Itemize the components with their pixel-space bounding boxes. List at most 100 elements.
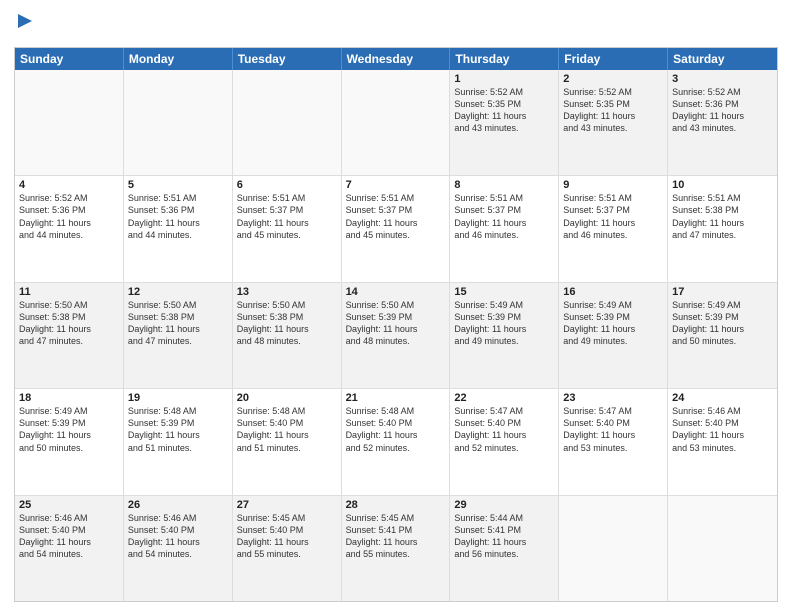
day-cell-14: 14Sunrise: 5:50 AM Sunset: 5:39 PM Dayli…: [342, 283, 451, 388]
day-number: 17: [672, 286, 773, 298]
day-info: Sunrise: 5:49 AM Sunset: 5:39 PM Dayligh…: [672, 299, 773, 348]
day-cell-10: 10Sunrise: 5:51 AM Sunset: 5:38 PM Dayli…: [668, 176, 777, 281]
day-cell-29: 29Sunrise: 5:44 AM Sunset: 5:41 PM Dayli…: [450, 496, 559, 601]
day-number: 27: [237, 499, 337, 511]
day-info: Sunrise: 5:47 AM Sunset: 5:40 PM Dayligh…: [563, 405, 663, 454]
day-number: 7: [346, 179, 446, 191]
day-number: 20: [237, 392, 337, 404]
header-cell-thursday: Thursday: [450, 48, 559, 70]
empty-cell: [342, 70, 451, 175]
day-number: 28: [346, 499, 446, 511]
day-cell-4: 4Sunrise: 5:52 AM Sunset: 5:36 PM Daylig…: [15, 176, 124, 281]
page: SundayMondayTuesdayWednesdayThursdayFrid…: [0, 0, 792, 612]
logo: [14, 14, 34, 41]
day-cell-16: 16Sunrise: 5:49 AM Sunset: 5:39 PM Dayli…: [559, 283, 668, 388]
logo-flag-icon: [16, 14, 34, 36]
header-cell-wednesday: Wednesday: [342, 48, 451, 70]
day-info: Sunrise: 5:46 AM Sunset: 5:40 PM Dayligh…: [128, 512, 228, 561]
day-cell-24: 24Sunrise: 5:46 AM Sunset: 5:40 PM Dayli…: [668, 389, 777, 494]
day-number: 11: [19, 286, 119, 298]
day-info: Sunrise: 5:50 AM Sunset: 5:39 PM Dayligh…: [346, 299, 446, 348]
day-cell-6: 6Sunrise: 5:51 AM Sunset: 5:37 PM Daylig…: [233, 176, 342, 281]
day-number: 5: [128, 179, 228, 191]
day-number: 12: [128, 286, 228, 298]
day-number: 19: [128, 392, 228, 404]
day-cell-21: 21Sunrise: 5:48 AM Sunset: 5:40 PM Dayli…: [342, 389, 451, 494]
empty-cell: [668, 496, 777, 601]
day-number: 14: [346, 286, 446, 298]
day-info: Sunrise: 5:45 AM Sunset: 5:41 PM Dayligh…: [346, 512, 446, 561]
empty-cell: [124, 70, 233, 175]
day-cell-8: 8Sunrise: 5:51 AM Sunset: 5:37 PM Daylig…: [450, 176, 559, 281]
day-info: Sunrise: 5:51 AM Sunset: 5:37 PM Dayligh…: [454, 192, 554, 241]
day-cell-3: 3Sunrise: 5:52 AM Sunset: 5:36 PM Daylig…: [668, 70, 777, 175]
day-cell-5: 5Sunrise: 5:51 AM Sunset: 5:36 PM Daylig…: [124, 176, 233, 281]
calendar-header-row: SundayMondayTuesdayWednesdayThursdayFrid…: [15, 48, 777, 70]
day-info: Sunrise: 5:49 AM Sunset: 5:39 PM Dayligh…: [19, 405, 119, 454]
day-number: 3: [672, 73, 773, 85]
day-cell-1: 1Sunrise: 5:52 AM Sunset: 5:35 PM Daylig…: [450, 70, 559, 175]
day-info: Sunrise: 5:51 AM Sunset: 5:37 PM Dayligh…: [563, 192, 663, 241]
day-info: Sunrise: 5:44 AM Sunset: 5:41 PM Dayligh…: [454, 512, 554, 561]
day-cell-17: 17Sunrise: 5:49 AM Sunset: 5:39 PM Dayli…: [668, 283, 777, 388]
day-info: Sunrise: 5:52 AM Sunset: 5:35 PM Dayligh…: [454, 86, 554, 135]
calendar-row-3: 18Sunrise: 5:49 AM Sunset: 5:39 PM Dayli…: [15, 389, 777, 495]
day-info: Sunrise: 5:51 AM Sunset: 5:38 PM Dayligh…: [672, 192, 773, 241]
day-cell-11: 11Sunrise: 5:50 AM Sunset: 5:38 PM Dayli…: [15, 283, 124, 388]
day-number: 23: [563, 392, 663, 404]
day-cell-26: 26Sunrise: 5:46 AM Sunset: 5:40 PM Dayli…: [124, 496, 233, 601]
header-cell-monday: Monday: [124, 48, 233, 70]
day-number: 1: [454, 73, 554, 85]
header-cell-friday: Friday: [559, 48, 668, 70]
day-number: 10: [672, 179, 773, 191]
day-cell-25: 25Sunrise: 5:46 AM Sunset: 5:40 PM Dayli…: [15, 496, 124, 601]
header-cell-tuesday: Tuesday: [233, 48, 342, 70]
day-info: Sunrise: 5:50 AM Sunset: 5:38 PM Dayligh…: [237, 299, 337, 348]
day-cell-9: 9Sunrise: 5:51 AM Sunset: 5:37 PM Daylig…: [559, 176, 668, 281]
day-info: Sunrise: 5:45 AM Sunset: 5:40 PM Dayligh…: [237, 512, 337, 561]
calendar-body: 1Sunrise: 5:52 AM Sunset: 5:35 PM Daylig…: [15, 70, 777, 601]
day-number: 9: [563, 179, 663, 191]
header-cell-sunday: Sunday: [15, 48, 124, 70]
day-cell-18: 18Sunrise: 5:49 AM Sunset: 5:39 PM Dayli…: [15, 389, 124, 494]
day-info: Sunrise: 5:50 AM Sunset: 5:38 PM Dayligh…: [19, 299, 119, 348]
day-cell-27: 27Sunrise: 5:45 AM Sunset: 5:40 PM Dayli…: [233, 496, 342, 601]
day-info: Sunrise: 5:48 AM Sunset: 5:40 PM Dayligh…: [237, 405, 337, 454]
day-number: 29: [454, 499, 554, 511]
day-info: Sunrise: 5:50 AM Sunset: 5:38 PM Dayligh…: [128, 299, 228, 348]
day-info: Sunrise: 5:52 AM Sunset: 5:35 PM Dayligh…: [563, 86, 663, 135]
day-info: Sunrise: 5:52 AM Sunset: 5:36 PM Dayligh…: [19, 192, 119, 241]
day-cell-13: 13Sunrise: 5:50 AM Sunset: 5:38 PM Dayli…: [233, 283, 342, 388]
day-info: Sunrise: 5:46 AM Sunset: 5:40 PM Dayligh…: [19, 512, 119, 561]
day-cell-20: 20Sunrise: 5:48 AM Sunset: 5:40 PM Dayli…: [233, 389, 342, 494]
day-cell-12: 12Sunrise: 5:50 AM Sunset: 5:38 PM Dayli…: [124, 283, 233, 388]
day-cell-22: 22Sunrise: 5:47 AM Sunset: 5:40 PM Dayli…: [450, 389, 559, 494]
day-info: Sunrise: 5:48 AM Sunset: 5:39 PM Dayligh…: [128, 405, 228, 454]
day-cell-15: 15Sunrise: 5:49 AM Sunset: 5:39 PM Dayli…: [450, 283, 559, 388]
day-cell-2: 2Sunrise: 5:52 AM Sunset: 5:35 PM Daylig…: [559, 70, 668, 175]
day-info: Sunrise: 5:49 AM Sunset: 5:39 PM Dayligh…: [454, 299, 554, 348]
day-number: 2: [563, 73, 663, 85]
day-number: 16: [563, 286, 663, 298]
day-info: Sunrise: 5:51 AM Sunset: 5:37 PM Dayligh…: [346, 192, 446, 241]
calendar-row-0: 1Sunrise: 5:52 AM Sunset: 5:35 PM Daylig…: [15, 70, 777, 176]
calendar-row-2: 11Sunrise: 5:50 AM Sunset: 5:38 PM Dayli…: [15, 283, 777, 389]
day-number: 13: [237, 286, 337, 298]
calendar: SundayMondayTuesdayWednesdayThursdayFrid…: [14, 47, 778, 602]
day-number: 26: [128, 499, 228, 511]
header-cell-saturday: Saturday: [668, 48, 777, 70]
day-info: Sunrise: 5:48 AM Sunset: 5:40 PM Dayligh…: [346, 405, 446, 454]
day-number: 22: [454, 392, 554, 404]
day-number: 25: [19, 499, 119, 511]
day-number: 21: [346, 392, 446, 404]
day-info: Sunrise: 5:51 AM Sunset: 5:37 PM Dayligh…: [237, 192, 337, 241]
day-cell-7: 7Sunrise: 5:51 AM Sunset: 5:37 PM Daylig…: [342, 176, 451, 281]
empty-cell: [15, 70, 124, 175]
day-cell-28: 28Sunrise: 5:45 AM Sunset: 5:41 PM Dayli…: [342, 496, 451, 601]
day-number: 18: [19, 392, 119, 404]
calendar-row-1: 4Sunrise: 5:52 AM Sunset: 5:36 PM Daylig…: [15, 176, 777, 282]
empty-cell: [559, 496, 668, 601]
day-cell-23: 23Sunrise: 5:47 AM Sunset: 5:40 PM Dayli…: [559, 389, 668, 494]
header: [14, 10, 778, 41]
day-number: 15: [454, 286, 554, 298]
